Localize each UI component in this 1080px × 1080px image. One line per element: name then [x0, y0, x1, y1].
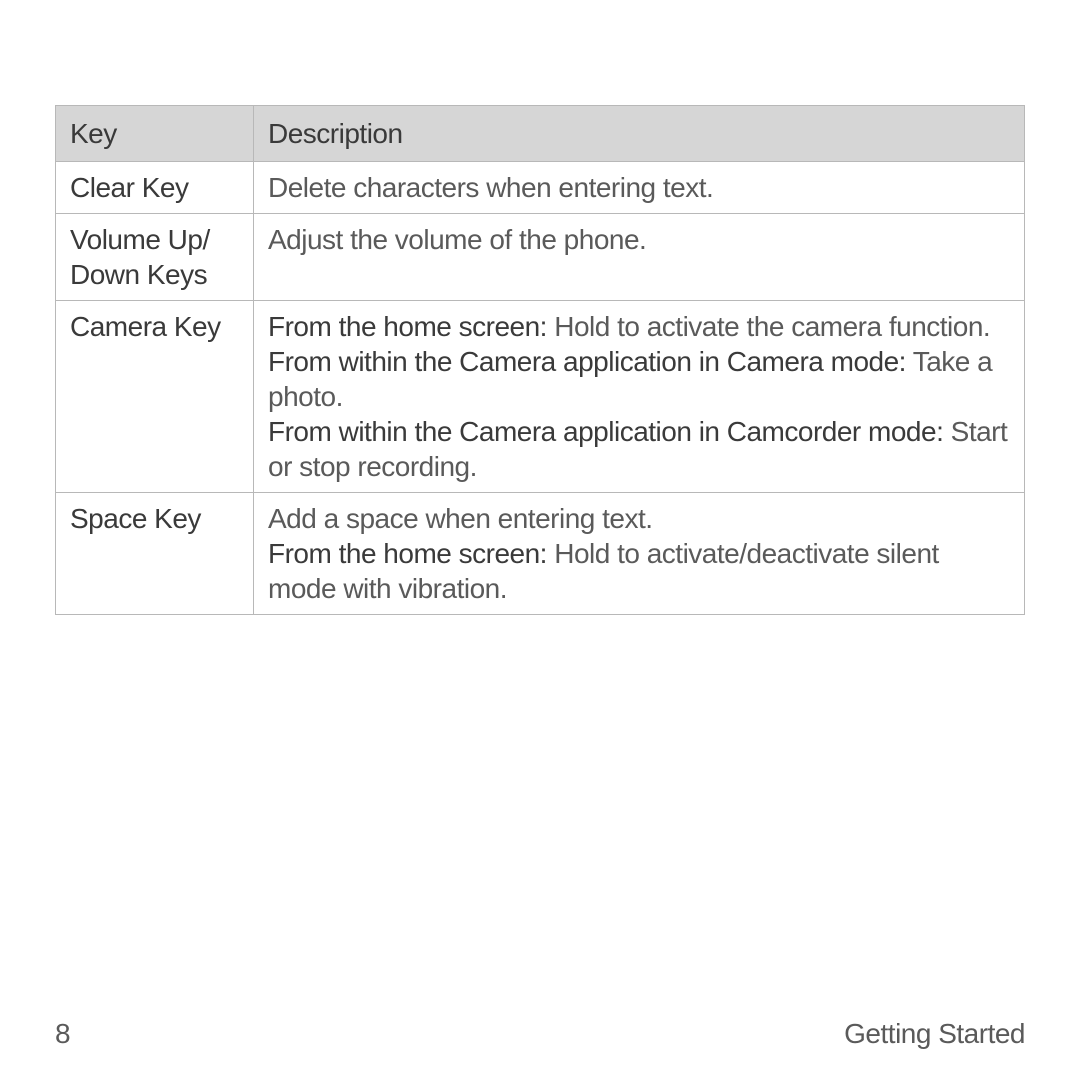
key-description-table: Key Description Clear Key Delete charact…: [55, 105, 1025, 615]
desc-bold: From within the Camera application in Ca…: [268, 346, 906, 377]
header-key: Key: [56, 106, 254, 162]
table-header-row: Key Description: [56, 106, 1025, 162]
cell-description: Delete characters when entering text.: [254, 162, 1025, 214]
desc-bold: From the home screen:: [268, 538, 547, 569]
cell-key: Camera Key: [56, 301, 254, 493]
header-description: Description: [254, 106, 1025, 162]
cell-description: Add a space when entering text. From the…: [254, 493, 1025, 615]
desc-bold: From the home screen:: [268, 311, 547, 342]
cell-key: Clear Key: [56, 162, 254, 214]
desc-bold: From within the Camera application in Ca…: [268, 416, 943, 447]
table-row: Clear Key Delete characters when enterin…: [56, 162, 1025, 214]
cell-description: From the home screen: Hold to activate t…: [254, 301, 1025, 493]
page-footer: 8 Getting Started: [55, 1018, 1025, 1050]
page-number: 8: [55, 1018, 70, 1050]
cell-key: Space Key: [56, 493, 254, 615]
desc-text: Add a space when entering text.: [268, 503, 653, 534]
cell-description: Adjust the volume of the phone.: [254, 214, 1025, 301]
section-title: Getting Started: [844, 1018, 1025, 1050]
desc-text: Hold to activate the camera function.: [547, 311, 990, 342]
table-row: Camera Key From the home screen: Hold to…: [56, 301, 1025, 493]
table-row: Volume Up/ Down Keys Adjust the volume o…: [56, 214, 1025, 301]
cell-key: Volume Up/ Down Keys: [56, 214, 254, 301]
page-content: Key Description Clear Key Delete charact…: [0, 0, 1080, 615]
table-row: Space Key Add a space when entering text…: [56, 493, 1025, 615]
